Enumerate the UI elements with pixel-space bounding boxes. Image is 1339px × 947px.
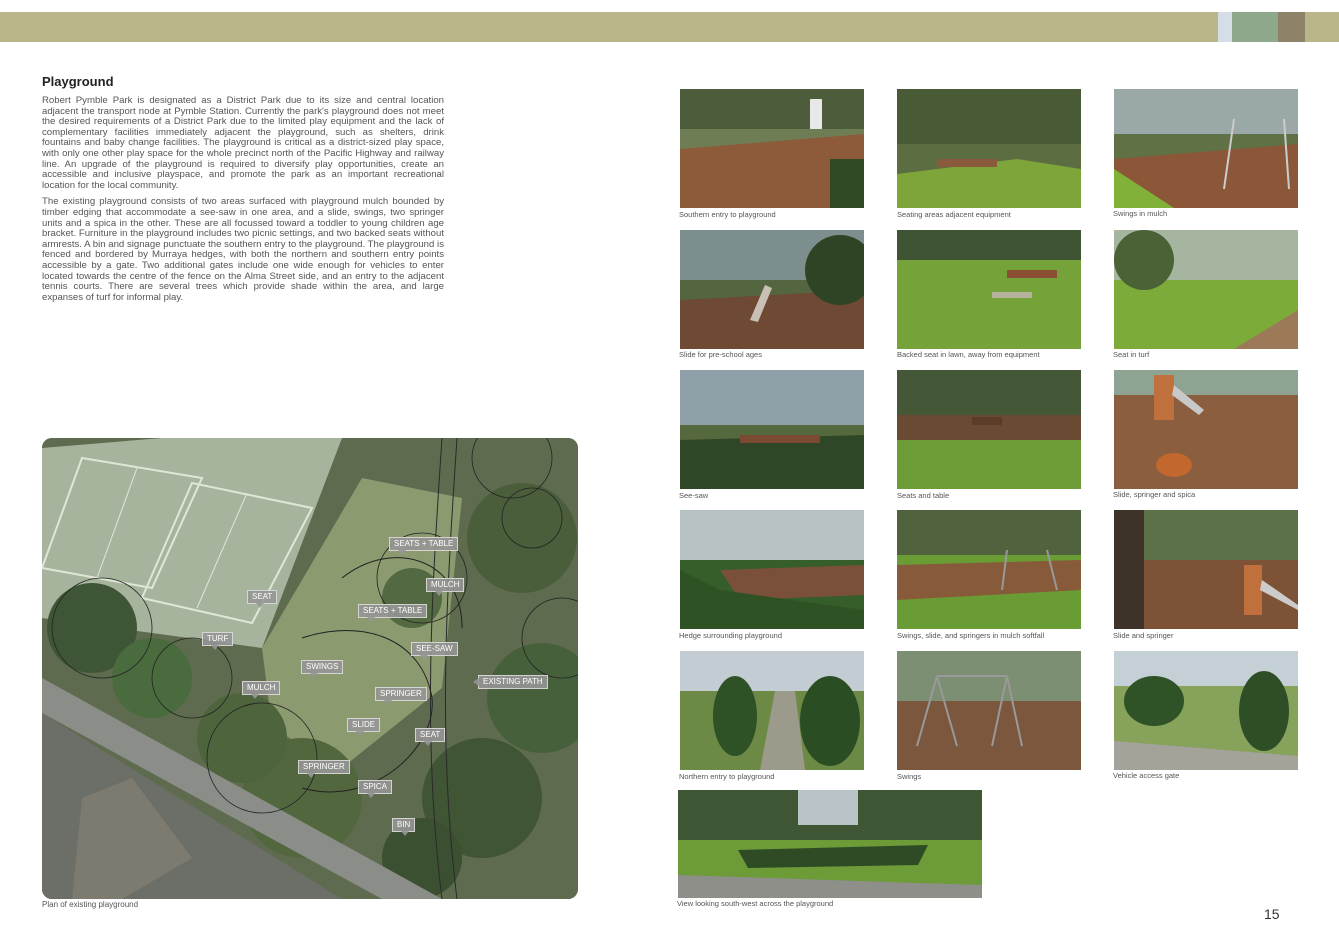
map-label: SEE-SAW <box>411 642 458 660</box>
section-title: Playground <box>42 74 114 89</box>
map-label: SEAT <box>247 590 278 608</box>
map-label: TURF <box>202 632 234 650</box>
photo-caption: Seat in turf <box>1113 350 1150 359</box>
photo-seats-table <box>897 370 1081 489</box>
photo-caption: Vehicle access gate <box>1113 771 1180 780</box>
map-caption: Plan of existing playground <box>42 900 139 909</box>
photo-seat-turf <box>1114 230 1298 349</box>
photo-vehicle-gate <box>1114 651 1298 770</box>
paragraph: The existing playground consists of two … <box>42 196 444 303</box>
map-label: SPRINGER <box>375 687 427 705</box>
map-label: SLIDE <box>347 718 381 736</box>
header-swatch-brown <box>1278 12 1305 42</box>
photo-caption: Slide and springer <box>1113 631 1174 640</box>
map-label: MULCH <box>426 578 465 596</box>
photo-caption: Slide, springer and spica <box>1113 490 1196 499</box>
photo-caption: Slide for pre-school ages <box>679 350 762 359</box>
photo-seating-areas <box>897 89 1081 208</box>
photo-caption: See-saw <box>679 491 709 500</box>
map-label: EXISTING PATH <box>473 675 548 689</box>
photo-caption: Swings, slide, and springers in mulch so… <box>897 631 1045 640</box>
photo-hedge <box>680 510 864 629</box>
map-label: SPRINGER <box>298 760 350 778</box>
page-number: 15 <box>1264 906 1280 922</box>
photo-caption: Swings <box>897 772 922 781</box>
photo-view-south-west <box>678 790 982 898</box>
photo-swings-mulch <box>1114 89 1298 208</box>
photo-swings-slide-springers <box>897 510 1081 629</box>
header-bar <box>0 12 1339 42</box>
map-label: SEAT <box>415 728 446 746</box>
playground-plan-map: SEATS + TABLE MULCH SEAT SEATS + TABLE T… <box>42 438 578 899</box>
section-body: Robert Pymble Park is designated as a Di… <box>42 95 444 309</box>
photo-see-saw <box>680 370 864 489</box>
photo-caption: Hedge surrounding playground <box>679 631 782 640</box>
photo-swings <box>897 651 1081 770</box>
map-label: SWINGS <box>301 660 344 678</box>
photo-slide-springer-spica <box>1114 370 1298 489</box>
map-label: BIN <box>392 818 416 836</box>
header-swatch-light <box>1218 12 1232 42</box>
photo-caption: Backed seat in lawn, away from equipment <box>897 350 1040 359</box>
photo-backed-seat <box>897 230 1081 349</box>
photo-northern-entry <box>680 651 864 770</box>
map-label: MULCH <box>242 681 281 699</box>
header-swatch-green <box>1232 12 1278 42</box>
photo-caption: Seating areas adjacent equipment <box>897 210 1011 219</box>
photo-caption: Swings in mulch <box>1113 209 1168 218</box>
map-label: SPICA <box>358 780 393 798</box>
map-label: SEATS + TABLE <box>389 537 459 555</box>
paragraph: Robert Pymble Park is designated as a Di… <box>42 95 444 191</box>
photo-caption: Northern entry to playground <box>679 772 775 781</box>
photo-caption: View looking south-west across the playg… <box>677 899 834 908</box>
photo-caption: Southern entry to playground <box>679 210 776 219</box>
photo-caption: Seats and table <box>897 491 950 500</box>
photo-southern-entry <box>680 89 864 208</box>
photo-slide-preschool <box>680 230 864 349</box>
photo-slide-springer <box>1114 510 1298 629</box>
map-label: SEATS + TABLE <box>358 604 428 622</box>
